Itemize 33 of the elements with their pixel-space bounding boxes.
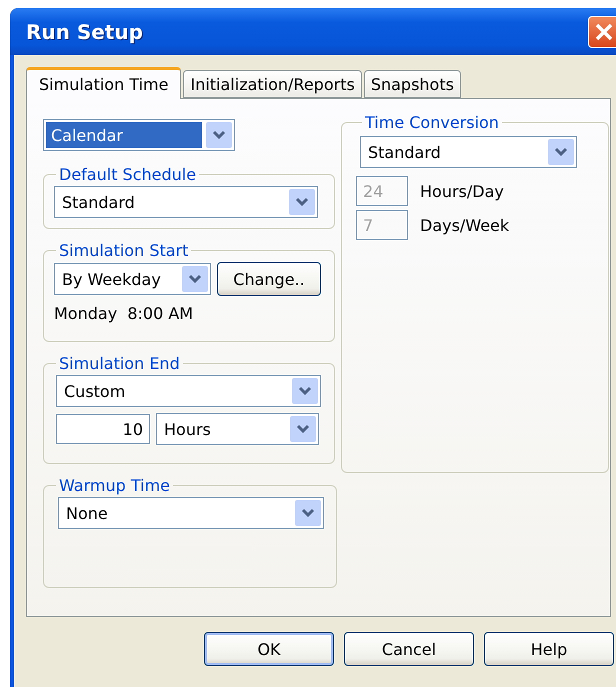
dialog-button[interactable]: OK: [204, 632, 334, 666]
dropdown[interactable]: By Weekday: [54, 263, 211, 295]
window-title: Run Setup: [26, 20, 143, 44]
group-title: Simulation Start: [58, 241, 190, 260]
dropdown[interactable]: Standard: [54, 186, 318, 218]
chevron-icon: [295, 500, 321, 526]
chevron-icon: [289, 189, 315, 215]
dropdown[interactable]: Custom: [56, 375, 321, 407]
dialog-button[interactable]: Help: [484, 632, 614, 666]
field-label: Days/Week: [420, 216, 510, 234]
chevron-icon: [290, 416, 316, 442]
field-label: Hours/Day: [420, 182, 504, 200]
dropdown[interactable]: None: [58, 497, 324, 529]
chevron-icon: [182, 266, 208, 292]
tab[interactable]: Initialization/Reports: [183, 70, 362, 98]
group-title: Default Schedule: [58, 165, 198, 184]
dialog-button[interactable]: Cancel: [344, 632, 474, 666]
dropdown[interactable]: Calendar: [43, 119, 235, 151]
dropdown[interactable]: Standard: [360, 136, 577, 168]
group-title: Simulation End: [58, 354, 181, 373]
group-title: Warmup Time: [58, 476, 172, 495]
chevron-icon: [206, 122, 232, 148]
dropdown[interactable]: Hours: [156, 413, 319, 445]
chevron-icon: [548, 139, 574, 165]
change-button[interactable]: Change..: [217, 262, 321, 296]
close-button[interactable]: [588, 16, 616, 48]
amount-field[interactable]: 10: [56, 414, 150, 444]
tab[interactable]: Simulation Time: [26, 67, 182, 99]
tab[interactable]: Snapshots: [364, 70, 461, 98]
group-title: Time Conversion: [364, 113, 500, 132]
chevron-icon: [292, 378, 318, 404]
start-time-text: Monday 8:00 AM: [54, 304, 194, 323]
close-icon: [594, 22, 614, 42]
